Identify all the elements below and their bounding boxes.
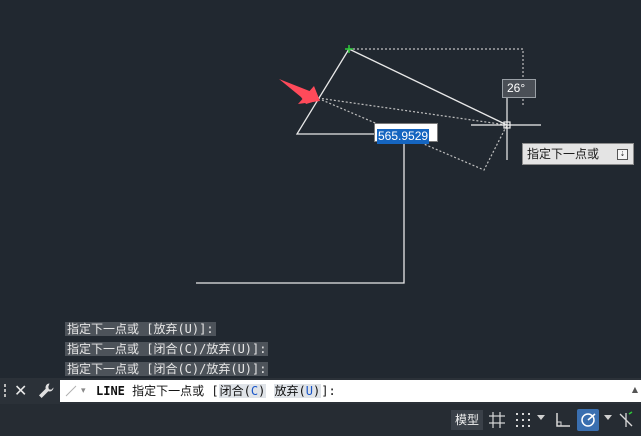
model-tab[interactable]: 模型 [451, 410, 483, 430]
polar-tracking-button[interactable] [577, 409, 599, 431]
chevron-down-icon[interactable] [604, 415, 612, 420]
history-line: 指定下一点或 [闭合(C)/放弃(U)]: [65, 362, 269, 376]
prompt-tooltip-text: 指定下一点或 [527, 147, 600, 161]
wrench-icon[interactable] [37, 382, 55, 400]
command-history: 指定下一点或 [放弃(U)]: 指定下一点或 [闭合(C)/放弃(U)]: 指定… [65, 318, 269, 378]
rubberband-line [348, 48, 508, 126]
dynamic-length-value[interactable]: 565.9529 [377, 129, 430, 144]
history-line: 指定下一点或 [闭合(C)/放弃(U)]: [65, 342, 269, 356]
command-suffix: ]: [321, 384, 336, 398]
drag-grip-icon[interactable] [4, 384, 10, 399]
tracking-dotted-lines [349, 48, 524, 106]
status-bar: 模型 [0, 404, 641, 436]
command-input[interactable]: ▾ LINE 指定下一点或 [闭合(C) 放弃(U)]: ▲ [60, 380, 641, 402]
history-line: 指定下一点或 [放弃(U)]: [65, 322, 216, 336]
command-prompt-text: LINE 指定下一点或 [闭合(C) 放弃(U)]: [96, 380, 336, 402]
option-close[interactable]: 闭合(C) [218, 384, 267, 398]
close-icon[interactable]: ✕ [14, 381, 27, 401]
chevron-up-icon[interactable]: ▲ [632, 384, 638, 396]
command-name: LINE [96, 384, 125, 398]
recent-commands-caret-icon[interactable]: ▾ [81, 384, 86, 398]
polar-tracking-icon [581, 413, 596, 427]
dropdown-arrow-icon[interactable]: ⇣ [617, 149, 628, 160]
dynamic-length-input[interactable]: 565.9529 [374, 123, 438, 144]
ortho-icon[interactable] [554, 411, 572, 429]
angle-tooltip: 26° [502, 79, 536, 98]
command-prompt: 指定下一点或 [ [132, 384, 219, 398]
drawn-line-path [196, 48, 405, 284]
command-line-bar: ✕ ▾ LINE 指定下一点或 [闭合(C) 放弃(U)]: ▲ [0, 378, 641, 404]
line-command-icon [65, 385, 77, 397]
grid-icon[interactable] [488, 411, 506, 429]
chevron-down-icon[interactable] [537, 415, 545, 420]
start-point-marker [345, 45, 353, 53]
option-undo[interactable]: 放弃(U) [273, 384, 322, 398]
prompt-tooltip: 指定下一点或 ⇣ [522, 143, 634, 165]
snap-dots-icon[interactable] [514, 411, 532, 429]
isometric-drafting-icon[interactable] [617, 411, 635, 429]
